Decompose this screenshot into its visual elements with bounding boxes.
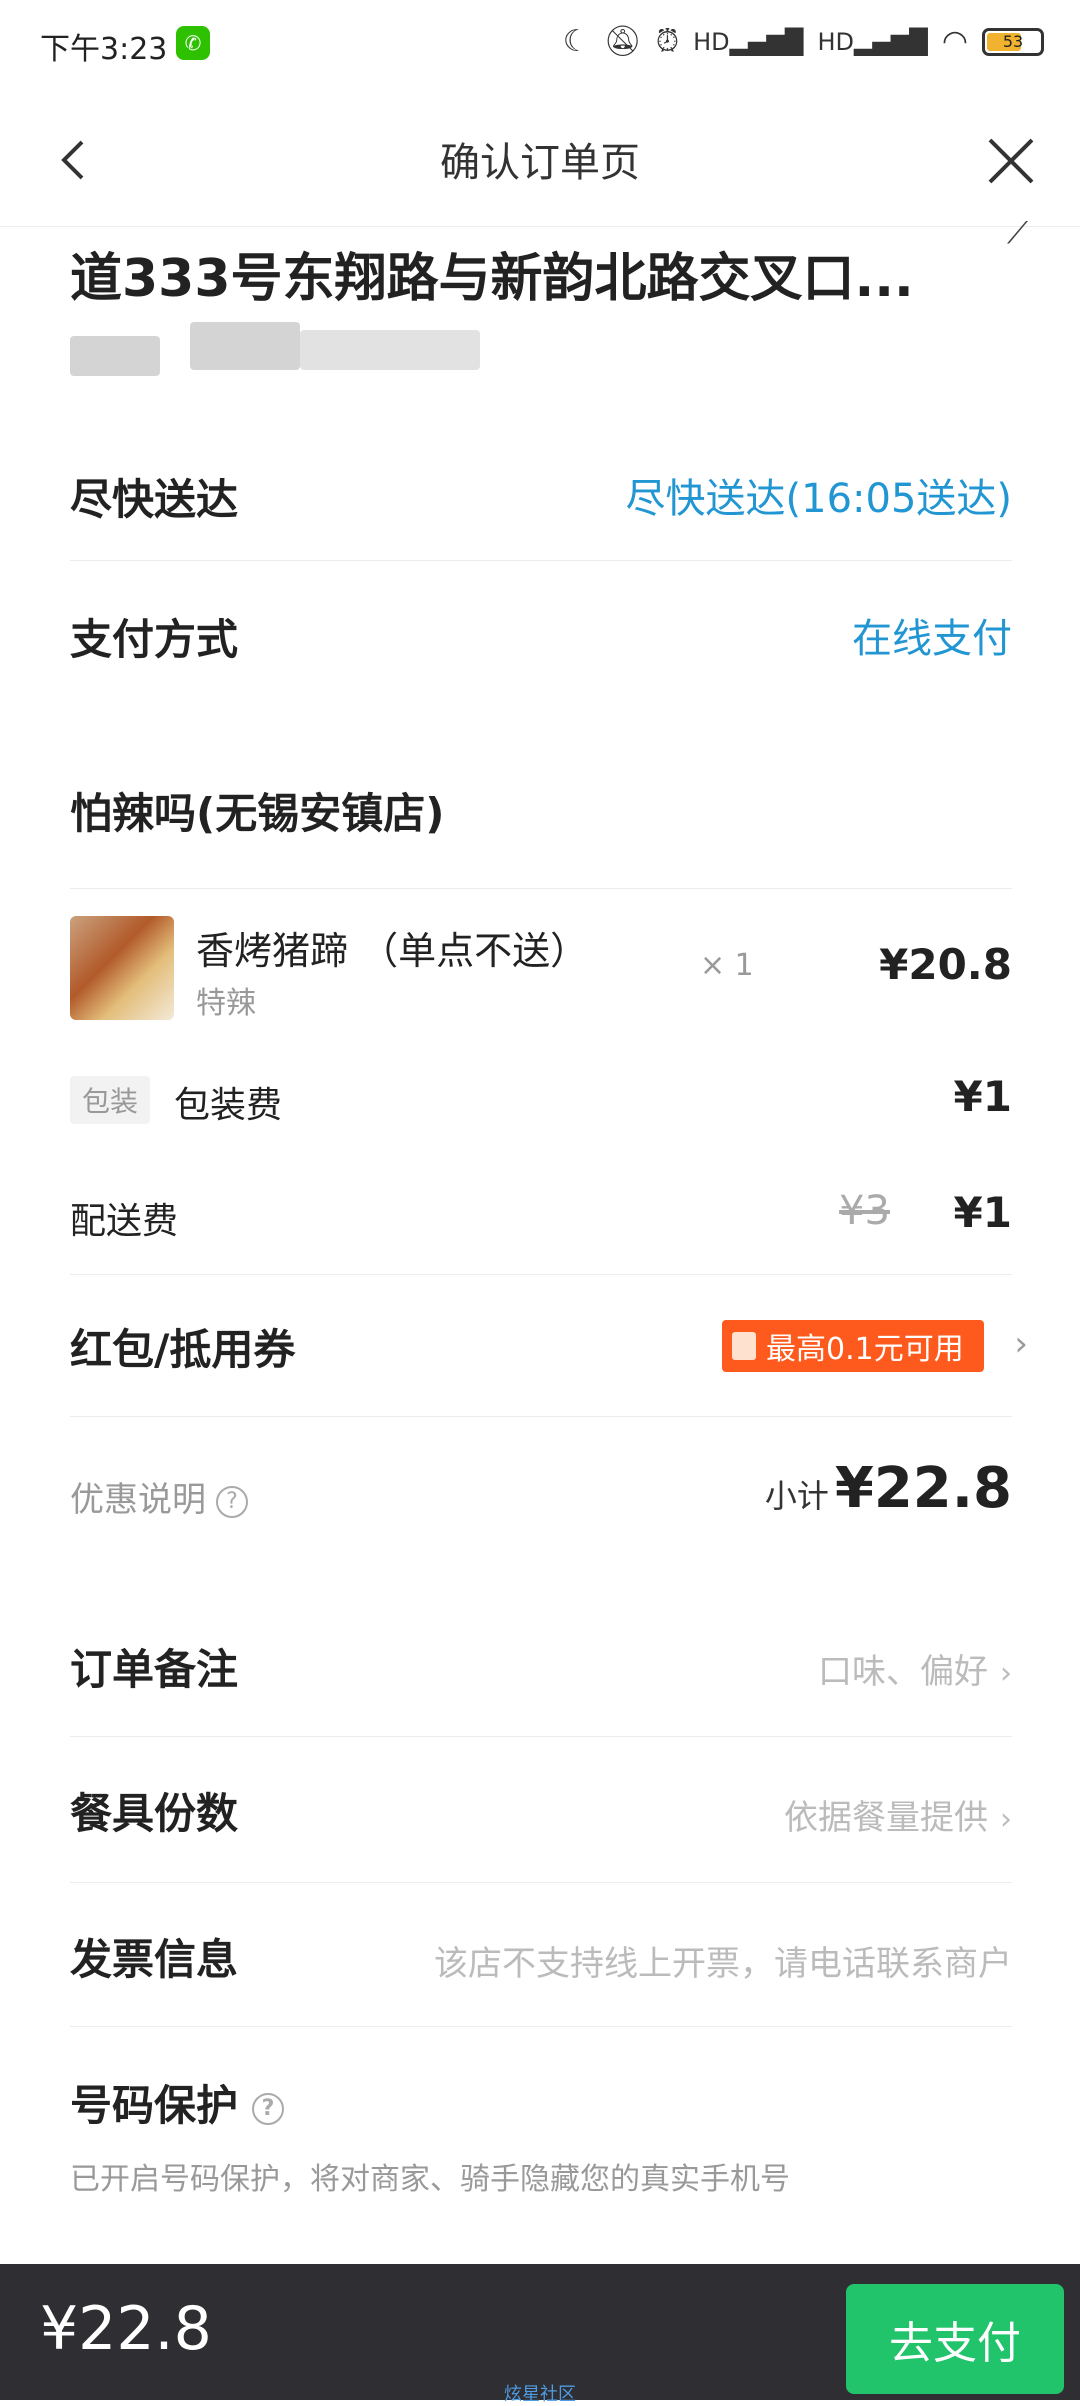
- chevron-right-icon: ›: [1000, 1656, 1012, 1691]
- food-image: [70, 916, 174, 1020]
- payment-method-value[interactable]: 在线支付: [852, 606, 1012, 664]
- wechat-notification-icon: ✆: [176, 26, 210, 60]
- mute-bell-icon: 🔕︎: [603, 24, 642, 59]
- packing-tag: 包装: [70, 1076, 151, 1124]
- tableware-value: 依据餐量提供: [784, 1798, 988, 1838]
- food-spec: 特辣: [196, 986, 256, 1021]
- chevron-right-icon: ›: [1000, 1802, 1012, 1837]
- tableware-row[interactable]: 依据餐量提供 ›: [784, 1790, 1012, 1839]
- packing-fee-price: ¥1: [953, 1072, 1012, 1121]
- packing-fee-label: 包装费: [174, 1085, 283, 1126]
- bottom-bar: ¥22.8 去支付 炫星社区: [0, 2264, 1080, 2405]
- wifi-icon: ◠: [941, 24, 968, 59]
- divider: [70, 1736, 1012, 1737]
- number-protection: 号码保护?: [70, 2072, 285, 2133]
- battery-icon: 53: [982, 27, 1044, 56]
- nav-bar: 确认订单页: [0, 92, 1080, 227]
- delivery-fee-price: ¥1: [953, 1188, 1012, 1237]
- payment-method-label: 支付方式: [70, 615, 239, 664]
- shop-name: 怕辣吗(无锡安镇店): [70, 789, 445, 838]
- total-amount: ¥22.8: [40, 2294, 212, 2364]
- divider: [70, 2026, 1012, 2027]
- divider: [70, 1416, 1012, 1417]
- invoice-label: 发票信息: [70, 1935, 239, 1984]
- delivery-fee-label: 配送费: [70, 1201, 179, 1242]
- coupon-icon: [732, 1332, 756, 1360]
- question-icon[interactable]: ?: [252, 2092, 285, 2125]
- number-protection-desc: 已开启号码保护，将对商家、骑手隐藏您的真实手机号: [70, 2162, 790, 2197]
- divider: [70, 560, 1012, 561]
- edit-chevron-icon[interactable]: ⟋: [1007, 216, 1028, 251]
- order-remark-label: 订单备注: [70, 1645, 239, 1694]
- number-protection-label: 号码保护: [70, 2081, 239, 2130]
- question-icon[interactable]: ?: [216, 1485, 248, 1518]
- discount-info-label: 优惠说明: [70, 1480, 206, 1520]
- order-remark-value: 口味、偏好: [818, 1652, 988, 1692]
- tableware-label: 餐具份数: [70, 1789, 239, 1838]
- divider: [70, 888, 1012, 889]
- subtotal-label: 小计: [764, 1477, 829, 1515]
- delivery-fee-original: ¥3: [839, 1188, 890, 1234]
- delivery-address[interactable]: 道333号东翔路与新韵北路交叉口...: [70, 236, 990, 311]
- chevron-right-icon[interactable]: ›: [1014, 1324, 1028, 1364]
- subtotal-amount: ¥22.8: [834, 1456, 1012, 1521]
- watermark: 炫星社区: [504, 2384, 576, 2405]
- coupon-label: 红包/抵用券: [70, 1325, 296, 1374]
- food-price: ¥20.8: [879, 940, 1012, 989]
- signal-icon: HD▂▄▆█: [693, 27, 804, 56]
- signal-icon-2: HD▂▄▆█: [817, 27, 928, 56]
- divider: [70, 1882, 1012, 1883]
- divider: [70, 1274, 1012, 1275]
- status-time: 下午3:23: [40, 32, 168, 67]
- status-bar: 下午3:23 ✆ ☾ 🔕︎ ⏰︎ HD▂▄▆█ HD▂▄▆█ ◠ 53: [0, 0, 1080, 92]
- food-name: 香烤猪蹄 （单点不送）: [196, 929, 589, 973]
- delivery-time-value[interactable]: 尽快送达(16:05送达): [626, 466, 1012, 524]
- invoice-value: 该店不支持线上开票，请电话联系商户: [434, 1944, 1012, 1984]
- coupon-badge-text: 最高0.1元可用: [766, 1332, 964, 1367]
- contact-info-blurred: [70, 318, 490, 382]
- order-remark-row[interactable]: 口味、偏好 ›: [818, 1644, 1012, 1693]
- moon-icon: ☾: [562, 24, 590, 59]
- payment-method-row[interactable]: 支付方式 在线支付: [70, 606, 1012, 664]
- coupon-badge[interactable]: 最高0.1元可用: [722, 1320, 984, 1372]
- subtotal: 小计 ¥22.8: [765, 1456, 1012, 1521]
- page-title: 确认订单页: [440, 140, 640, 186]
- battery-level: 53: [1002, 31, 1024, 51]
- discount-info[interactable]: 优惠说明?: [70, 1472, 248, 1521]
- food-quantity: × 1: [700, 948, 754, 983]
- close-icon[interactable]: [986, 136, 1036, 186]
- pay-button[interactable]: 去支付: [846, 2284, 1064, 2394]
- delivery-time-row[interactable]: 尽快送达 尽快送达(16:05送达): [70, 466, 1012, 524]
- alarm-icon: ⏰︎: [655, 24, 680, 59]
- delivery-time-label: 尽快送达: [70, 475, 239, 524]
- status-icons: ☾ 🔕︎ ⏰︎ HD▂▄▆█ HD▂▄▆█ ◠ 53: [563, 24, 1044, 59]
